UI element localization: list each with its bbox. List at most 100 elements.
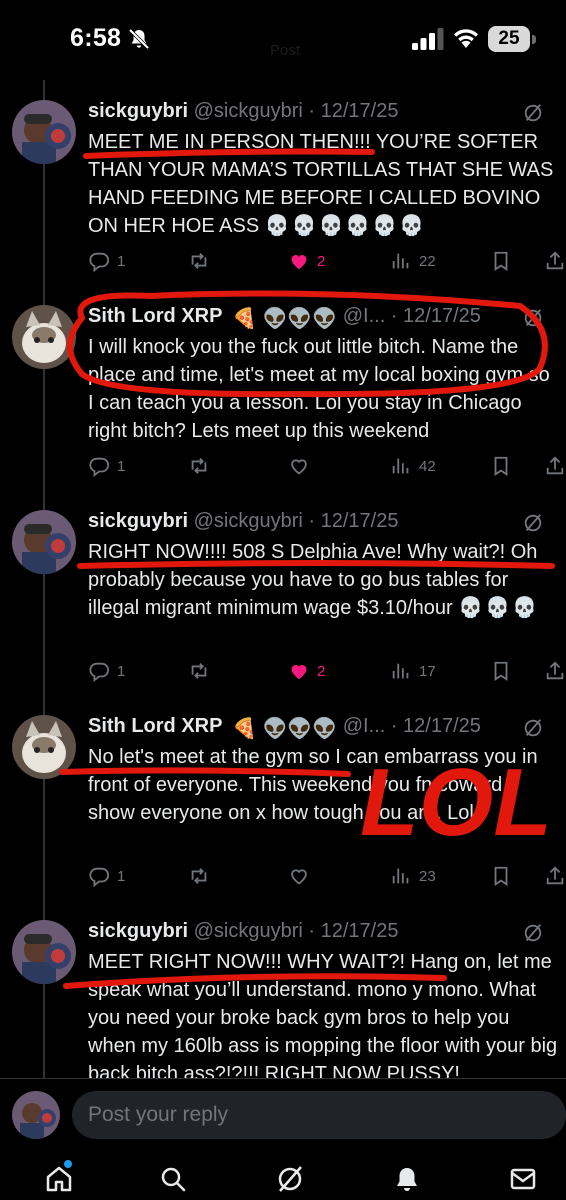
reply-icon (89, 867, 110, 887)
tweet-text: MEET RIGHT NOW!!! WHY WAIT?! Hang on, le… (88, 951, 558, 1085)
repost-button[interactable] (188, 453, 210, 479)
share-button[interactable] (544, 248, 566, 274)
tweet-date: · 12/17/25 (308, 510, 399, 532)
repost-icon (191, 663, 207, 679)
views-button[interactable]: 23 (390, 863, 436, 889)
tweet-actions: 1 2 17 (88, 658, 566, 684)
heart-filled-icon (291, 255, 307, 270)
bookmark-icon (494, 866, 508, 886)
reply-icon (89, 457, 110, 477)
reply-button[interactable]: 1 (88, 248, 125, 274)
tweet-header: sickguybri @sickguybri · 12/17/25 (88, 920, 558, 950)
display-name[interactable]: sickguybri (88, 510, 188, 532)
name-emojis: 🍕 👽👽👽 (232, 718, 338, 740)
avatar[interactable] (12, 920, 76, 984)
heart-filled-icon (291, 665, 307, 680)
tweet-header: Sith Lord XRP 🍕 👽👽👽 @I... · 12/17/25 (88, 305, 558, 335)
bookmark-button[interactable] (490, 453, 512, 479)
tweet-header: Sith Lord XRP 🍕 👽👽👽 @I... · 12/17/25 (88, 715, 558, 745)
avatar[interactable] (12, 715, 76, 779)
repost-icon (191, 458, 207, 474)
tweet-actions: 1 2 22 (88, 248, 566, 274)
views-button[interactable]: 17 (390, 658, 436, 684)
tweet-header: sickguybri @sickguybri · 12/17/25 (88, 100, 558, 130)
view-count: 23 (419, 867, 436, 885)
share-button[interactable] (544, 658, 566, 684)
silent-bell-icon (128, 28, 150, 50)
share-button[interactable] (544, 453, 566, 479)
wifi-icon (454, 29, 478, 48)
heart-outline-icon (291, 459, 307, 475)
reply-count: 1 (117, 662, 126, 680)
home-icon[interactable] (44, 1164, 74, 1194)
header-title-faint: Post (270, 42, 301, 59)
like-button[interactable] (288, 863, 310, 889)
share-icon (546, 661, 564, 680)
bookmark-icon (494, 456, 508, 476)
view-count: 42 (419, 457, 436, 475)
skull-emojis: 💀💀💀💀💀💀 (264, 215, 427, 237)
notifications-icon[interactable] (392, 1164, 422, 1194)
avatar[interactable] (12, 510, 76, 574)
repost-button[interactable] (188, 248, 210, 274)
reply-count: 1 (117, 457, 126, 475)
like-button[interactable]: 2 (288, 248, 325, 274)
grok-icon[interactable] (522, 102, 544, 124)
tweet-date: · 12/17/25 (390, 305, 481, 327)
like-button[interactable] (288, 453, 310, 479)
repost-button[interactable] (188, 863, 210, 889)
reply-button[interactable]: 1 (88, 453, 125, 479)
views-icon (392, 458, 409, 474)
tweet-date: · 12/17/25 (308, 920, 399, 942)
tweet-actions: 1 42 (88, 453, 566, 479)
repost-icon (191, 868, 207, 884)
tweet-text: MEET ME IN PERSON THEN!!! YOU’RE SOFTER … (88, 128, 558, 240)
views-button[interactable]: 22 (390, 248, 436, 274)
reply-count: 1 (117, 867, 126, 885)
views-icon (392, 868, 409, 884)
reply-button[interactable]: 1 (88, 863, 125, 889)
tweet-date: · 12/17/25 (390, 715, 481, 737)
grok-icon[interactable] (522, 922, 544, 944)
user-handle[interactable]: @sickguybri (194, 510, 303, 532)
skull-emojis: 💀💀💀 (458, 597, 539, 619)
share-button[interactable] (544, 863, 566, 889)
status-bar: 6:58 Post 25 (0, 0, 566, 80)
grok-icon[interactable] (522, 717, 544, 739)
reply-icon (89, 662, 110, 682)
home-notification-dot (64, 1160, 72, 1168)
like-button[interactable]: 2 (288, 658, 325, 684)
repost-icon (191, 253, 207, 269)
battery-icon: 25 (488, 26, 536, 52)
share-icon (546, 456, 564, 475)
avatar[interactable] (12, 305, 76, 369)
display-name[interactable]: Sith Lord XRP (88, 715, 222, 737)
like-count: 2 (317, 662, 326, 680)
user-handle[interactable]: @sickguybri (194, 100, 303, 122)
my-avatar[interactable] (12, 1091, 60, 1139)
messages-icon[interactable] (508, 1164, 538, 1194)
reply-composer: Post your reply (0, 1078, 566, 1150)
reply-button[interactable]: 1 (88, 658, 125, 684)
display-name[interactable]: sickguybri (88, 100, 188, 122)
avatar[interactable] (12, 100, 76, 164)
grok-icon[interactable] (522, 307, 544, 329)
bookmark-button[interactable] (490, 658, 512, 684)
share-icon (546, 866, 564, 885)
user-handle[interactable]: @I... (343, 715, 386, 737)
battery-level: 25 (498, 28, 520, 49)
view-count: 17 (419, 662, 436, 680)
bookmark-button[interactable] (490, 248, 512, 274)
user-handle[interactable]: @sickguybri (194, 920, 303, 942)
views-icon (392, 663, 409, 679)
grok-icon[interactable] (275, 1164, 305, 1194)
display-name[interactable]: sickguybri (88, 920, 188, 942)
search-icon[interactable] (158, 1164, 188, 1194)
views-button[interactable]: 42 (390, 453, 436, 479)
repost-button[interactable] (188, 658, 210, 684)
reply-input[interactable]: Post your reply (72, 1091, 566, 1139)
grok-icon[interactable] (522, 512, 544, 534)
bookmark-button[interactable] (490, 863, 512, 889)
user-handle[interactable]: @I... (343, 305, 386, 327)
display-name[interactable]: Sith Lord XRP (88, 305, 222, 327)
